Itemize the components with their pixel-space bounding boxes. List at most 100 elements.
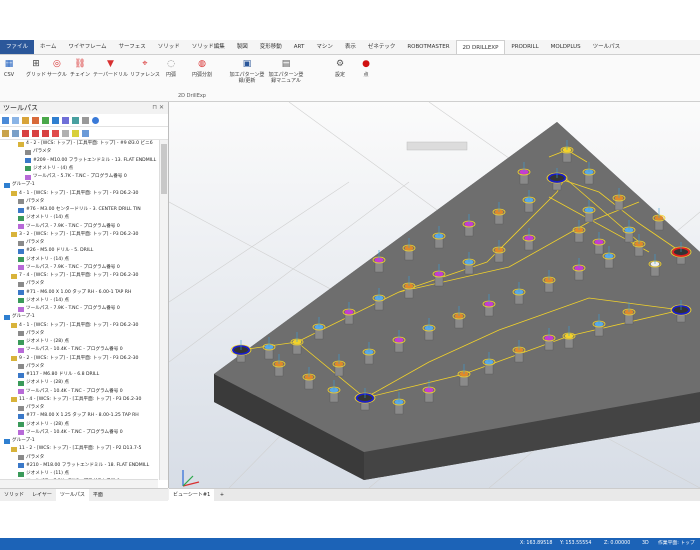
tree-item[interactable]: #71 - M6.00 X 1.00 タップ RH - 6.00-1 TAP R…: [0, 289, 158, 297]
tree-item[interactable]: 7 - 4 - [WCS: トップ] - [工具平面: トップ] - P3 D6…: [0, 272, 158, 280]
ribbon-tab[interactable]: 変形移動: [254, 40, 288, 54]
tree-item[interactable]: 3 - 2 - [WCS: トップ] - [工具平面: トップ] - P3 D6…: [0, 231, 158, 239]
regen-icon[interactable]: [22, 117, 29, 124]
ribbon-button-chain[interactable]: ⛓チェイン: [70, 58, 90, 86]
ribbon-button-save[interactable]: ▣加工パターン登録/更新: [228, 58, 266, 86]
tree-item[interactable]: ツールパス - 10.4K - T.NC - プログラム番号 0: [0, 346, 158, 354]
ribbon-button-taper-drill[interactable]: ▼テーパードリル: [93, 58, 128, 86]
viewsheet-tab[interactable]: ビューシート#1: [169, 489, 214, 501]
tree-item[interactable]: #26 - M5.00 ドリル - 5. DRILL: [0, 247, 158, 255]
tree-item[interactable]: ツールパス - 10.4K - T.NC - プログラム番号 0: [0, 429, 158, 437]
tree-item[interactable]: #76 - M3.00 センタードリル - 3. CENTER DRILL TI…: [0, 206, 158, 214]
ribbon-button-arc-split[interactable]: ◍円弧分割: [192, 58, 212, 86]
insert-arrow-icon[interactable]: [42, 130, 49, 137]
ribbon-tab[interactable]: ROBOTMASTER: [401, 40, 455, 54]
scroll-icon[interactable]: [62, 130, 69, 137]
backplot-icon[interactable]: [42, 117, 49, 124]
tree-item[interactable]: 9 - 2 - [WCS: トップ] - [工具平面: トップ] - P3 D6…: [0, 355, 158, 363]
simulate-icon[interactable]: [62, 117, 69, 124]
tree-horizontal-scrollbar[interactable]: [0, 479, 158, 488]
panel-tab[interactable]: レイヤー: [28, 489, 56, 501]
tree-item[interactable]: ジオメトリ - (14) 点: [0, 256, 158, 264]
post-icon[interactable]: [72, 117, 79, 124]
expand-icon[interactable]: [12, 130, 19, 137]
add-viewsheet-button[interactable]: +: [216, 492, 228, 498]
ribbon-button-grid[interactable]: ⊞グリッド: [26, 58, 46, 86]
ribbon-tab[interactable]: 製図: [231, 40, 254, 54]
ribbon-button-point[interactable]: ●点: [360, 58, 372, 86]
tree-item[interactable]: 11 - 4 - [WCS: トップ] - [工具平面: トップ] - P3 D…: [0, 396, 158, 404]
tree-item[interactable]: グループ-1: [0, 313, 158, 321]
ribbon-tab[interactable]: 2D DRILLEXP: [456, 40, 506, 54]
tree-item[interactable]: パラメタ: [0, 198, 158, 206]
toolpath-display-icon[interactable]: [72, 130, 79, 137]
select-failed-icon[interactable]: [12, 117, 19, 124]
tree-item[interactable]: パラメタ: [0, 363, 158, 371]
ribbon-button-csv[interactable]: ▦CSV: [3, 58, 15, 86]
tree-item[interactable]: #210 - M18.00 フラットエンドミル - 18. FLAT ENDMI…: [0, 462, 158, 470]
tree-item[interactable]: ジオメトリ - (28) 点: [0, 338, 158, 346]
tree-item[interactable]: グループ-1: [0, 181, 158, 189]
tree-item[interactable]: パラメタ: [0, 404, 158, 412]
ribbon-button-circle[interactable]: ◎サークル: [47, 58, 67, 86]
panel-pin-close[interactable]: ⊓ ✕: [152, 102, 164, 114]
ribbon-button-arc[interactable]: ◌円弧: [165, 58, 177, 86]
tree-item[interactable]: パラメタ: [0, 280, 158, 288]
tree-item[interactable]: 4 - 1 - [WCS: トップ] - [工具平面: トップ] - P3 D6…: [0, 322, 158, 330]
tree-item[interactable]: #77 - M8.00 X 1.25 タップ RH - 8.00-1.25 TA…: [0, 412, 158, 420]
scroll-thumb[interactable]: [161, 144, 167, 194]
ribbon-tab[interactable]: ワイヤフレーム: [62, 40, 112, 54]
panel-tab[interactable]: 平面: [89, 489, 107, 501]
play-icon[interactable]: [52, 130, 59, 137]
ribbon-tab[interactable]: ソリッド: [152, 40, 186, 54]
lock-icon[interactable]: [2, 130, 9, 137]
tree-item[interactable]: パラメタ: [0, 239, 158, 247]
pin-icon[interactable]: ⊓: [152, 104, 157, 111]
tree-item[interactable]: グループ-1: [0, 437, 158, 445]
tree-item[interactable]: ジオメトリ - (28) 点: [0, 379, 158, 387]
ribbon-button-manual[interactable]: ▤加工パターン登録マニュアル: [267, 58, 305, 86]
ribbon-tab[interactable]: ホーム: [34, 40, 62, 54]
ribbon-tab[interactable]: ソリッド編集: [186, 40, 231, 54]
panel-tab[interactable]: ツールパス: [56, 489, 89, 501]
tree-item[interactable]: ツールパス - 7.9K - T.NC - プログラム番号 0: [0, 223, 158, 231]
tree-item[interactable]: 4 - 1 - [WCS: トップ] - [工具平面: トップ] - P3 D6…: [0, 190, 158, 198]
view-toolbar[interactable]: [407, 142, 467, 150]
tree-item[interactable]: ジオメトリ - (4) 点: [0, 165, 158, 173]
tree-item[interactable]: ジオメトリ - (28) 点: [0, 421, 158, 429]
panel-tab[interactable]: ソリッド: [0, 489, 28, 501]
ribbon-button-settings[interactable]: ⚙設定: [334, 58, 346, 86]
toggle-display-icon[interactable]: [82, 117, 89, 124]
ribbon-tab[interactable]: 表示: [339, 40, 362, 54]
ribbon-tab[interactable]: PRODRILL: [505, 40, 544, 54]
ribbon-tab[interactable]: ゼネテック: [362, 40, 402, 54]
help-icon[interactable]: [92, 117, 99, 124]
tree-item[interactable]: 4 - 2 - [WCS: トップ] - [工具平面: トップ] - #9 Ø3…: [0, 140, 158, 148]
arrow-down-icon[interactable]: [22, 130, 29, 137]
ribbon-tab[interactable]: ファイル: [0, 40, 34, 54]
tree-vertical-scrollbar[interactable]: [159, 140, 168, 480]
tree-item[interactable]: ジオメトリ - (14) 点: [0, 297, 158, 305]
select-all-icon[interactable]: [2, 117, 9, 124]
ribbon-tab[interactable]: サーフェス: [113, 40, 152, 54]
regen-dirty-icon[interactable]: [32, 117, 39, 124]
viewport-canvas[interactable]: [169, 102, 700, 488]
tree-item[interactable]: #117 - M6.80 ドリル - 6.8 DRILL: [0, 371, 158, 379]
post-output-icon[interactable]: [82, 130, 89, 137]
close-icon[interactable]: ✕: [159, 104, 164, 111]
arrow-up-icon[interactable]: [32, 130, 39, 137]
tree-item[interactable]: ツールパス - 7.9K - T.NC - プログラム番号 0: [0, 305, 158, 313]
ribbon-tab[interactable]: マシン: [310, 40, 339, 54]
tree-item[interactable]: ツールパス - 5.7K - T.NC - プログラム番号 0: [0, 173, 158, 181]
tree-item[interactable]: #209 - M10.00 フラットエンドミル - 13. FLAT ENDMI…: [0, 157, 158, 165]
ribbon-tab[interactable]: ART: [288, 40, 311, 54]
ribbon-tab[interactable]: ツールパス: [587, 40, 627, 54]
ribbon-tab[interactable]: MOLDPLUS: [545, 40, 587, 54]
tree-item[interactable]: ジオメトリ - (11) 点: [0, 470, 158, 478]
tree-item[interactable]: パラメタ: [0, 454, 158, 462]
ribbon-button-reference[interactable]: ⌖リファレンス: [130, 58, 160, 86]
tree-item[interactable]: パラメタ: [0, 330, 158, 338]
tree-item[interactable]: 11 - 2 - [WCS: トップ] - [工具平面: トップ] - P2 D…: [0, 445, 158, 453]
tree-item[interactable]: ジオメトリ - (14) 点: [0, 214, 158, 222]
tree-item[interactable]: ツールパス - 7.9K - T.NC - プログラム番号 0: [0, 264, 158, 272]
